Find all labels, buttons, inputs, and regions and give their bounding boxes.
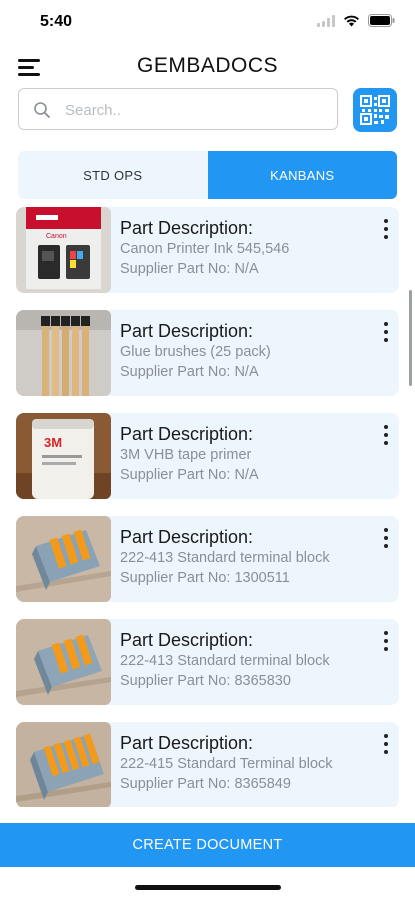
more-options-icon[interactable] [379,631,393,651]
item-supplier-part: Supplier Part No: 1300511 [120,570,290,586]
list-item[interactable]: Part Description: 222-413 Standard termi… [16,516,399,602]
status-bar: 5:40 [0,0,415,44]
more-options-icon[interactable] [379,219,393,239]
more-options-icon[interactable] [379,528,393,548]
more-options-icon[interactable] [379,322,393,342]
list-scrollbar[interactable] [409,290,412,386]
item-supplier-part: Supplier Part No: 8365849 [120,776,291,792]
more-options-icon[interactable] [379,425,393,445]
item-heading: Part Description: [120,630,254,650]
item-description: Glue brushes (25 pack) [120,344,271,360]
item-heading: Part Description: [120,733,254,753]
list-item[interactable]: Canon Part Description: Canon Printer In… [16,207,399,293]
item-details: Part Description: 222-413 Standard termi… [120,526,369,588]
signal-icon [317,14,335,27]
item-supplier-part: Supplier Part No: N/A [120,261,259,277]
item-description: 222-413 Standard terminal block [120,653,330,669]
tab-std-ops[interactable]: STD OPS [18,151,208,199]
item-details: Part Description: Glue brushes (25 pack)… [120,320,369,382]
create-document-button[interactable]: CREATE DOCUMENT [0,823,415,867]
list-item[interactable]: Part Description: 222-415 Standard Termi… [16,722,399,807]
item-heading: Part Description: [120,527,254,547]
item-details: Part Description: 222-415 Standard Termi… [120,732,369,794]
app-screen: 5:40 GEMBADOCS Search.. STD OPS KANBANS … [0,0,415,900]
printer-ink-thumbnail: Canon [16,207,111,293]
terminal-block-thumbnail [16,722,111,807]
item-heading: Part Description: [120,424,254,444]
qr-code-icon [360,95,390,125]
status-time: 5:40 [40,13,73,30]
item-heading: Part Description: [120,218,254,238]
status-icons [317,14,395,27]
app-header: GEMBADOCS [0,50,415,84]
item-supplier-part: Supplier Part No: N/A [120,364,259,380]
item-description: Canon Printer Ink 545,546 [120,241,290,257]
list-item[interactable]: Part Description: Glue brushes (25 pack)… [16,310,399,396]
terminal-block-thumbnail [16,516,111,602]
item-supplier-part: Supplier Part No: 8365830 [120,673,291,689]
wifi-icon [344,15,359,26]
glue-brushes-thumbnail [16,310,111,396]
search-box[interactable] [18,88,338,131]
search-input[interactable] [63,89,327,131]
search-icon [34,102,50,118]
item-description: 3M VHB tape primer [120,447,252,463]
list-item[interactable]: 3M Part Description: 3M VHB tape primer … [16,413,399,499]
item-description: 222-413 Standard terminal block [120,550,330,566]
more-options-icon[interactable] [379,734,393,754]
item-details: Part Description: Canon Printer Ink 545,… [120,217,369,279]
tab-kanbans[interactable]: KANBANS [207,151,397,199]
home-indicator[interactable] [135,885,281,890]
svg-text:3M: 3M [44,435,62,450]
item-description: 222-415 Standard Terminal block [120,756,333,772]
battery-icon [368,14,395,27]
qr-scan-button[interactable] [353,88,397,132]
item-details: Part Description: 222-413 Standard termi… [120,629,369,691]
item-supplier-part: Supplier Part No: N/A [120,467,259,483]
tape-primer-thumbnail: 3M [16,413,111,499]
list-item[interactable]: Part Description: 222-413 Standard termi… [16,619,399,705]
terminal-block-thumbnail [16,619,111,705]
item-details: Part Description: 3M VHB tape primer Sup… [120,423,369,485]
item-heading: Part Description: [120,321,254,341]
kanban-list: Canon Part Description: Canon Printer In… [16,207,399,807]
svg-text:Canon: Canon [46,233,67,240]
tab-bar: STD OPS KANBANS [18,151,397,199]
app-title: GEMBADOCS [136,54,279,77]
